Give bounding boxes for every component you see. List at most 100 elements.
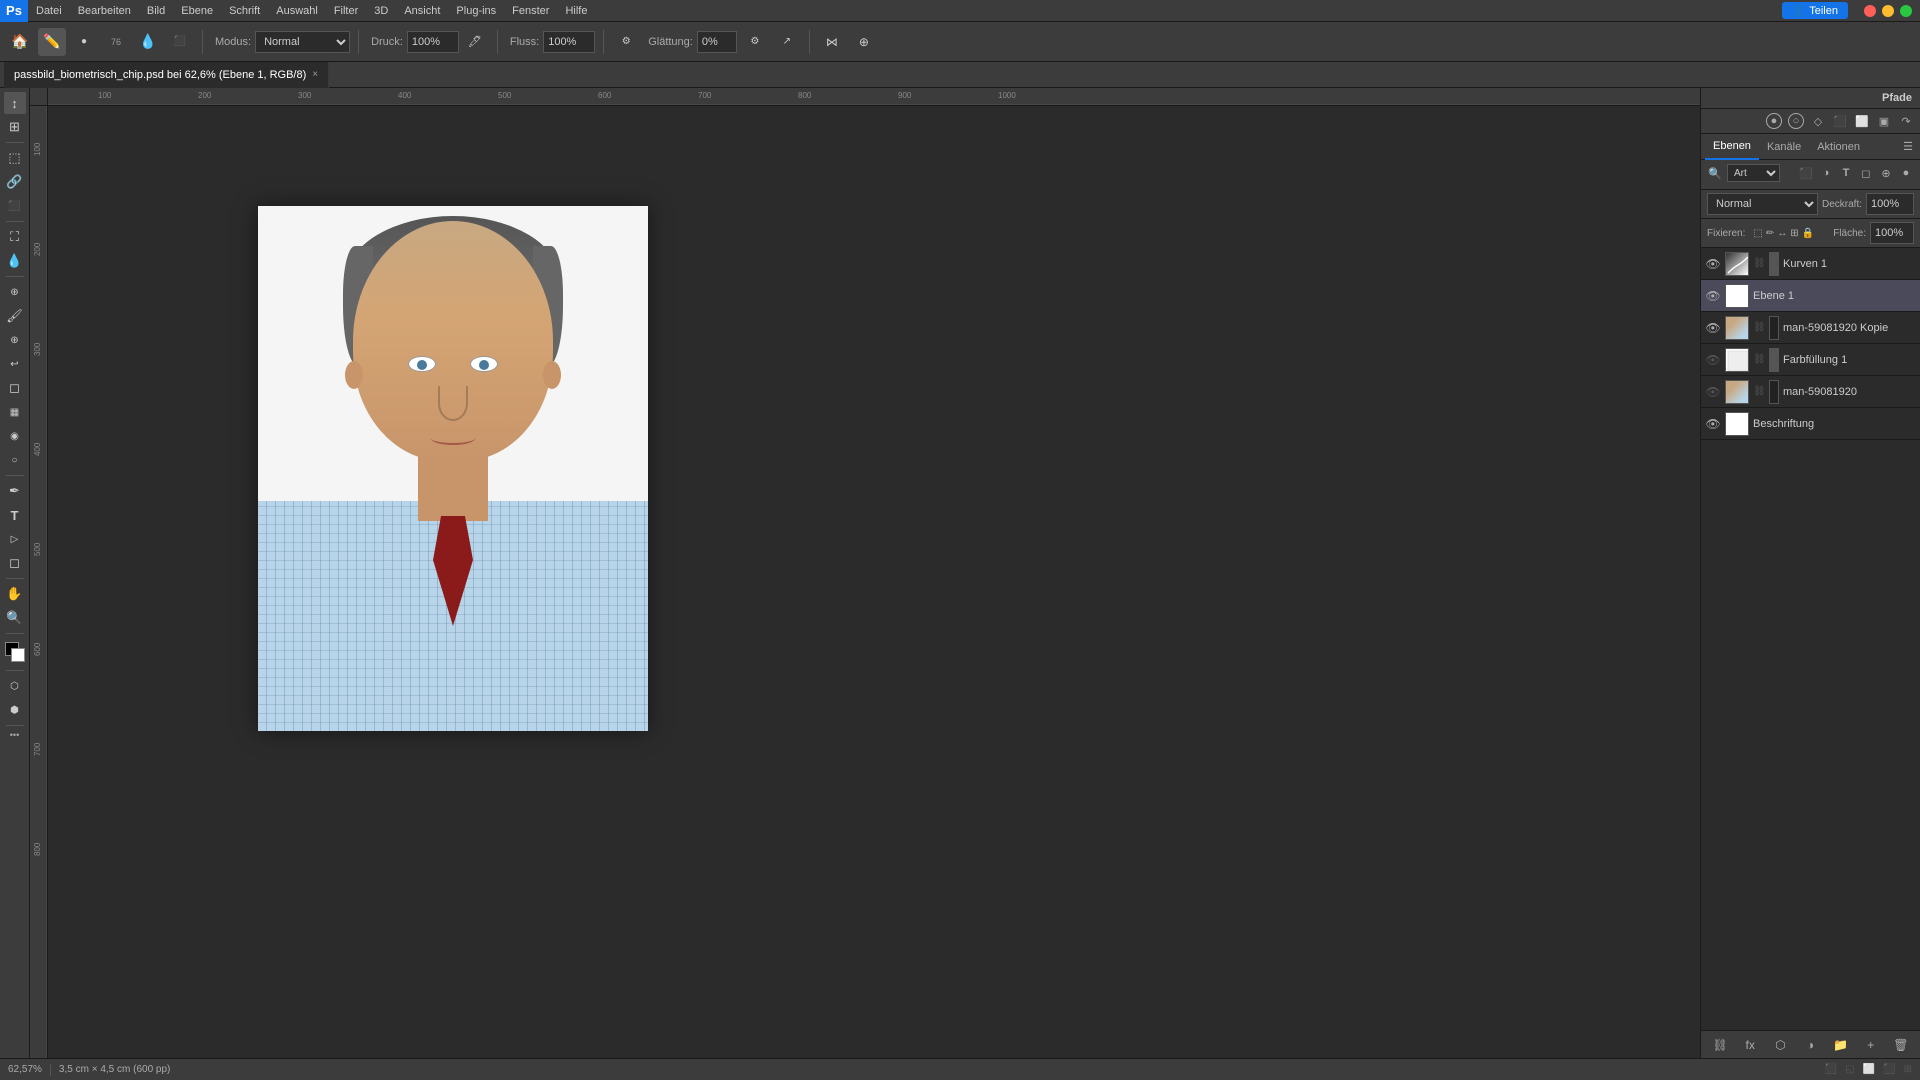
menu-hilfe[interactable]: Hilfe	[557, 0, 595, 22]
menu-bearbeiten[interactable]: Bearbeiten	[70, 0, 139, 22]
layer-item-farbfullung[interactable]: 👁 ⛓ Farbfüllung 1	[1701, 344, 1920, 376]
layer-type-icon-2[interactable]: ○	[1788, 113, 1804, 129]
layer-item-kurven1[interactable]: 👁 ⛓ Kurven 1	[1701, 248, 1920, 280]
layer-visibility-farbfullung[interactable]: 👁	[1705, 353, 1721, 367]
menu-ansicht[interactable]: Ansicht	[396, 0, 448, 22]
type-tool[interactable]: T	[4, 504, 26, 526]
flache-input[interactable]	[1870, 222, 1914, 244]
document-tab[interactable]: passbild_biometrisch_chip.psd bei 62,6% …	[4, 62, 329, 88]
tablet-pressure[interactable]: ⬛	[166, 28, 194, 56]
druck-input[interactable]	[407, 31, 459, 53]
delete-layer-button[interactable]: 🗑	[1892, 1036, 1910, 1054]
link-layers-button[interactable]: ⛓	[1711, 1036, 1729, 1054]
extra-icon[interactable]: ⊕	[850, 28, 878, 56]
filter-pixel-icon[interactable]: ⬛	[1798, 165, 1814, 181]
filter-type-icon[interactable]: T	[1838, 165, 1854, 181]
history-brush-tool[interactable]: ↩	[4, 353, 26, 375]
menu-plugins[interactable]: Plug-ins	[448, 0, 504, 22]
status-icon-3[interactable]: ⬜	[1863, 1064, 1875, 1075]
blend-mode-select[interactable]: Normal	[1707, 193, 1818, 215]
panel-menu-icon[interactable]: ☰	[1900, 139, 1916, 155]
airbrush-icon[interactable]: 🖊	[461, 28, 489, 56]
layer-icon-5[interactable]: ⬜	[1854, 113, 1870, 129]
crop-tool[interactable]: ⛶	[4, 226, 26, 248]
filter-type-select[interactable]: Art Name	[1727, 164, 1780, 182]
marquee-tool[interactable]: ⬚	[4, 147, 26, 169]
layer-style-button[interactable]: fx	[1741, 1036, 1759, 1054]
menu-ebene[interactable]: Ebene	[173, 0, 221, 22]
layer-visibility-kurven1[interactable]: 👁	[1705, 257, 1721, 271]
lock-all-icon[interactable]: 🔒	[1802, 228, 1814, 239]
layer-mask-button[interactable]: ⬡	[1771, 1036, 1789, 1054]
hand-tool[interactable]: ✋	[4, 583, 26, 605]
layer-item-man[interactable]: 👁 ⛓ man-59081920	[1701, 376, 1920, 408]
shape-tool[interactable]: ◻	[4, 552, 26, 574]
opacity-input[interactable]	[1866, 193, 1914, 215]
object-select-tool[interactable]: ⬛	[4, 195, 26, 217]
layer-icon-6[interactable]: ▣	[1876, 113, 1892, 129]
menu-datei[interactable]: Datei	[28, 0, 70, 22]
modus-select[interactable]: Normal Auflösen Multiplizieren	[255, 31, 350, 53]
menu-auswahl[interactable]: Auswahl	[268, 0, 326, 22]
blur-tool[interactable]: ◉	[4, 425, 26, 447]
layer-item-beschriftung[interactable]: 👁 Beschriftung	[1701, 408, 1920, 440]
adjustment-button[interactable]: ◑	[1801, 1036, 1819, 1054]
heal-tool[interactable]: ⊕	[4, 281, 26, 303]
layer-icon-4[interactable]: ⬛	[1832, 113, 1848, 129]
background-color[interactable]	[11, 648, 25, 662]
tab-close-button[interactable]: ×	[312, 69, 318, 80]
menu-bild[interactable]: Bild	[139, 0, 173, 22]
status-icon-2[interactable]: ◱	[1845, 1064, 1854, 1075]
tab-ebenen[interactable]: Ebenen	[1705, 134, 1759, 160]
canvas-content[interactable]	[48, 106, 1700, 1058]
layer-icon-7[interactable]: ↷	[1898, 113, 1914, 129]
color-swatches[interactable]	[5, 642, 25, 662]
eraser-tool[interactable]: ◻	[4, 377, 26, 399]
filter-toggle[interactable]: ●	[1898, 165, 1914, 181]
brush-shape[interactable]: ●	[70, 28, 98, 56]
layer-visibility-beschriftung[interactable]: 👁	[1705, 417, 1721, 431]
mask-mode[interactable]: ⬡	[4, 675, 26, 697]
tab-kanale[interactable]: Kanäle	[1759, 134, 1809, 160]
filter-smart-icon[interactable]: ⊕	[1878, 165, 1894, 181]
dodge-tool[interactable]: ○	[4, 449, 26, 471]
share-button[interactable]: 👤 Teilen	[1782, 2, 1848, 19]
filter-adj-icon[interactable]: ◑	[1818, 165, 1834, 181]
layer-item-man-copy[interactable]: 👁 ⛓ man-59081920 Kopie	[1701, 312, 1920, 344]
canvas-area[interactable]: 100 200 300 400 500 600 700 800 900 1000…	[30, 88, 1700, 1058]
menu-schrift[interactable]: Schrift	[221, 0, 268, 22]
layer-visibility-ebene1[interactable]: 👁	[1705, 289, 1721, 303]
status-icon-5[interactable]: ⊞	[1904, 1064, 1912, 1075]
symmetry-icon[interactable]: ⋈	[818, 28, 846, 56]
window-minimize-button[interactable]	[1882, 5, 1894, 17]
layer-visibility-man[interactable]: 👁	[1705, 385, 1721, 399]
smoothing-icon[interactable]: ⚙	[612, 28, 640, 56]
status-icon-4[interactable]: ⬛	[1883, 1064, 1895, 1075]
layer-visibility-man-copy[interactable]: 👁	[1705, 321, 1721, 335]
screen-mode[interactable]: ⬢	[4, 699, 26, 721]
path-select-tool[interactable]: ▷	[4, 528, 26, 550]
brush-tool-left[interactable]: 🖌	[4, 305, 26, 327]
move-tool[interactable]: ↕	[4, 92, 26, 114]
layer-type-icon-1[interactable]: ●	[1766, 113, 1782, 129]
eyedropper-tool[interactable]: 💧	[4, 250, 26, 272]
more-tools[interactable]: •••	[10, 730, 19, 740]
layer-item-ebene1[interactable]: 👁 Ebene 1	[1701, 280, 1920, 312]
new-layer-button[interactable]: +	[1862, 1036, 1880, 1054]
fluss-input[interactable]	[543, 31, 595, 53]
menu-fenster[interactable]: Fenster	[504, 0, 557, 22]
layer-icon-3[interactable]: ◇	[1810, 113, 1826, 129]
angle-icon[interactable]: ↗	[773, 28, 801, 56]
window-close-button[interactable]	[1864, 5, 1876, 17]
zoom-tool[interactable]: 🔍	[4, 607, 26, 629]
artboard-tool[interactable]: ⊞	[4, 116, 26, 138]
window-maximize-button[interactable]	[1900, 5, 1912, 17]
home-button[interactable]: 🏠	[6, 28, 34, 56]
group-button[interactable]: 📁	[1832, 1036, 1850, 1054]
tab-aktionen[interactable]: Aktionen	[1809, 134, 1868, 160]
lock-brush-icon[interactable]: ✏	[1766, 228, 1774, 239]
lock-transparent-icon[interactable]: ⬚	[1753, 228, 1762, 239]
lasso-tool[interactable]: 🔗	[4, 171, 26, 193]
lock-artboard-icon[interactable]: ⊞	[1790, 228, 1798, 239]
menu-filter[interactable]: Filter	[326, 0, 366, 22]
